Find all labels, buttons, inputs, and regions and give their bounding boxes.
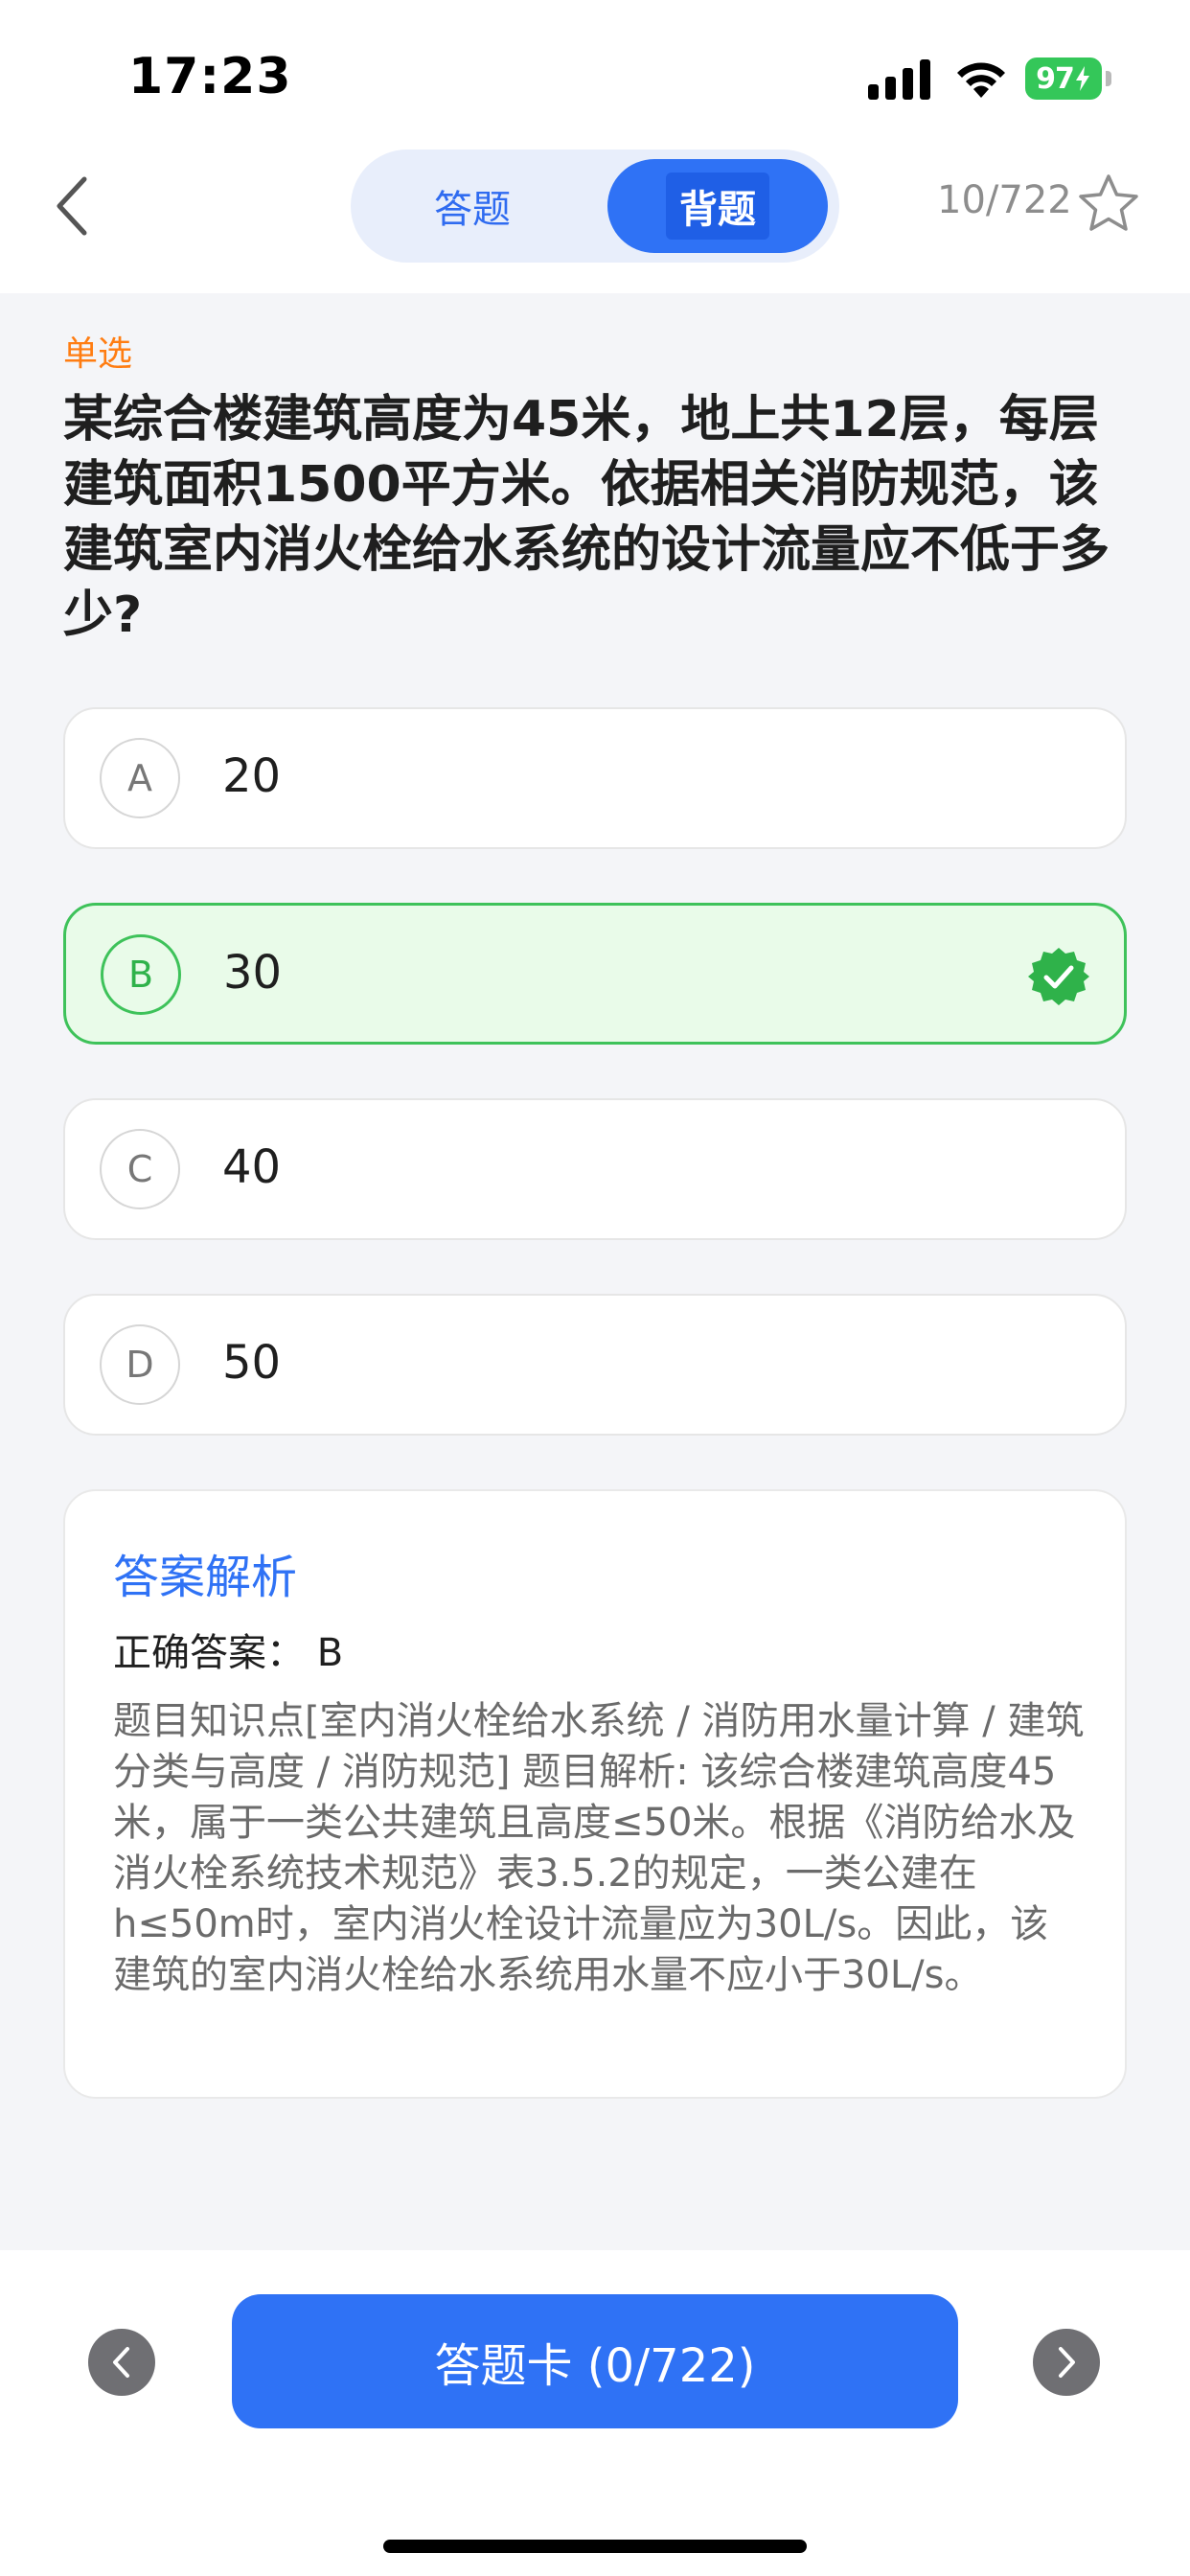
prev-question-button[interactable] [88, 2329, 155, 2396]
option-b[interactable]: B 30 [63, 903, 1127, 1045]
chevron-left-icon [57, 176, 87, 236]
correct-answer-value: B [316, 1631, 344, 1675]
option-letter: A [100, 738, 180, 818]
status-bar: 17:23 97 [0, 0, 1190, 144]
option-text: 50 [222, 1336, 282, 1390]
next-question-button[interactable] [1033, 2329, 1100, 2396]
cellular-signal-icon [868, 59, 930, 100]
option-d[interactable]: D 50 [63, 1294, 1127, 1436]
option-letter: C [100, 1129, 180, 1209]
question-type: 单选 [63, 334, 133, 374]
answer-analysis-card: 答案解析 正确答案： B 题目知识点[室内消火栓给水系统 / 消防用水量计算 /… [63, 1489, 1127, 2099]
question-text: 某综合楼建筑高度为45米，地上共12层，每层建筑面积1500平方米。依据相关消防… [63, 391, 1110, 644]
correct-answer: 正确答案： B [113, 1622, 343, 1677]
tab-recite[interactable]: 背题 [607, 159, 828, 253]
star-icon[interactable] [1077, 172, 1140, 236]
home-indicator [383, 2540, 807, 2553]
battery-level: 97 [1025, 58, 1102, 100]
bottom-bar: 答题卡 (0/722) [0, 2250, 1190, 2576]
page: 17:23 97 答题 背题 10/722 单选 某综合楼建筑高度为45米，地上… [0, 0, 1190, 2576]
wifi-icon [957, 62, 1005, 98]
mode-switch: 答题 背题 [351, 150, 839, 263]
correct-answer-label: 正确答案： [113, 1631, 305, 1675]
tab-recite-label: 背题 [666, 172, 769, 240]
option-letter: D [100, 1324, 180, 1405]
analysis-body: 题目知识点[室内消火栓给水系统 / 消防用水量计算 / 建筑分类与高度 / 消防… [113, 1699, 1085, 1997]
option-text: 30 [223, 946, 283, 1000]
option-text: 20 [222, 749, 282, 803]
correct-check-icon [1028, 948, 1089, 1005]
option-c[interactable]: C 40 [63, 1098, 1127, 1240]
chevron-right-icon [1059, 2347, 1075, 2378]
option-a[interactable]: A 20 [63, 707, 1127, 849]
tab-answer[interactable]: 答题 [351, 150, 594, 263]
back-button[interactable] [42, 172, 100, 240]
battery-icon: 97 [1025, 58, 1111, 100]
option-text: 40 [222, 1140, 282, 1194]
chevron-left-icon [113, 2347, 129, 2378]
charging-bolt-icon [1075, 66, 1089, 91]
status-time: 17:23 [128, 48, 292, 105]
analysis-title: 答案解析 [113, 1551, 298, 1604]
answer-card-button[interactable]: 答题卡 (0/722) [232, 2294, 958, 2428]
question-progress: 10/722 [937, 178, 1072, 222]
nav-bar: 答题 背题 10/722 [0, 144, 1190, 293]
battery-cap [1106, 71, 1111, 86]
option-letter: B [101, 934, 181, 1015]
